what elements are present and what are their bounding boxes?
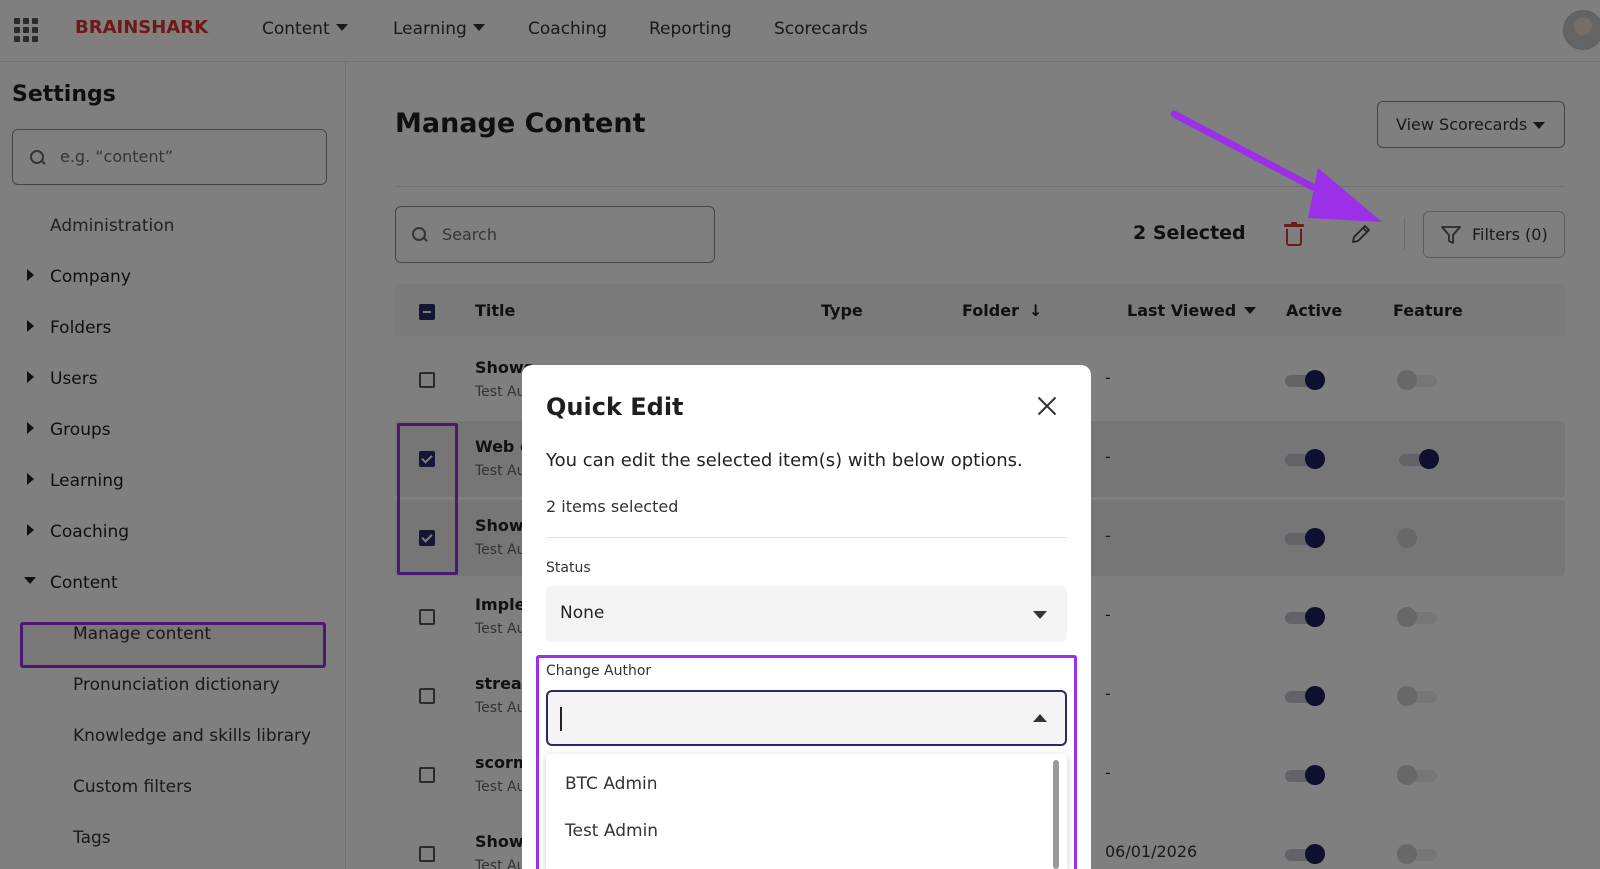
author-option-test-admin[interactable]: Test Admin xyxy=(565,821,658,841)
chevron-up-icon xyxy=(1033,714,1047,722)
annotation-arrow-icon xyxy=(1170,110,1382,222)
modal-title: Quick Edit xyxy=(546,393,684,421)
status-value: None xyxy=(560,603,605,623)
modal-description: You can edit the selected item(s) with b… xyxy=(546,450,1023,471)
author-option-btc-admin[interactable]: BTC Admin xyxy=(565,774,658,794)
status-select[interactable]: None xyxy=(546,586,1067,642)
modal-item-count: 2 items selected xyxy=(546,497,679,516)
modal-divider xyxy=(546,537,1067,538)
change-author-label: Change Author xyxy=(546,663,652,679)
change-author-input[interactable] xyxy=(546,690,1067,746)
dropdown-scrollbar[interactable] xyxy=(1053,760,1059,869)
close-icon[interactable] xyxy=(1037,396,1057,416)
quick-edit-modal: Quick Edit You can edit the selected ite… xyxy=(522,365,1091,869)
text-cursor xyxy=(560,707,562,731)
status-label: Status xyxy=(546,560,591,576)
author-dropdown-list: BTC Admin Test Admin xyxy=(546,754,1067,869)
chevron-down-icon xyxy=(1033,611,1047,619)
